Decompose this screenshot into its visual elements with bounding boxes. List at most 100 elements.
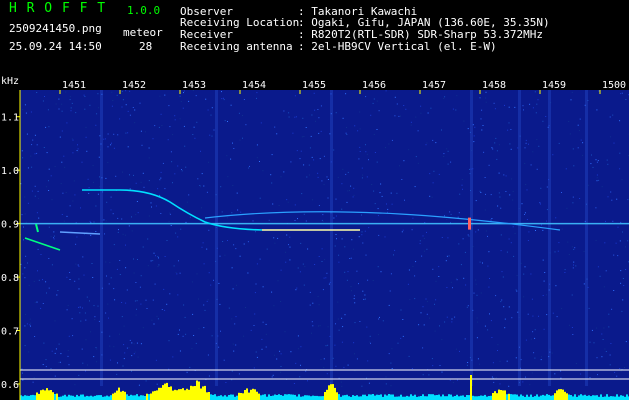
noise-speck <box>345 93 347 95</box>
noise-speck <box>505 191 507 192</box>
noise-speck <box>164 188 166 190</box>
noise-speck <box>463 277 465 279</box>
noise-speck <box>45 359 47 361</box>
x-tick-label: 1500 <box>602 80 626 91</box>
spectrum-bar <box>496 393 498 400</box>
noise-speck <box>51 350 53 352</box>
x-tick-label: 1455 <box>302 80 326 91</box>
noise-speck <box>345 132 347 134</box>
noise-speck <box>45 126 47 128</box>
noise-speck <box>613 254 615 256</box>
spectrum-bar <box>606 394 608 400</box>
noise-speck <box>573 165 575 167</box>
noise-speck <box>185 221 187 223</box>
spectrum-bar <box>352 395 354 400</box>
noise-speck <box>221 98 223 100</box>
noise-speck <box>124 234 126 236</box>
noise-speck <box>394 96 396 98</box>
noise-speck <box>571 294 573 296</box>
noise-speck <box>231 370 233 372</box>
noise-speck <box>359 146 361 148</box>
noise-speck <box>131 370 132 372</box>
noise-speck <box>274 242 276 244</box>
noise-speck <box>61 130 63 132</box>
noise-speck <box>508 306 510 308</box>
noise-speck <box>370 342 371 344</box>
noise-speck <box>485 101 487 103</box>
noise-speck <box>245 307 246 308</box>
noise-speck <box>129 114 131 116</box>
noise-speck <box>524 162 526 164</box>
noise-speck <box>609 136 611 138</box>
noise-speck <box>512 190 514 192</box>
noise-speck <box>228 307 230 309</box>
noise-speck <box>619 120 621 122</box>
noise-speck <box>237 209 239 211</box>
noise-speck <box>515 289 517 291</box>
noise-speck <box>180 228 182 230</box>
noise-speck <box>208 375 210 377</box>
noise-speck <box>147 238 149 240</box>
noise-speck <box>144 131 146 133</box>
noise-speck <box>287 201 289 203</box>
spectrum-bar <box>288 394 290 400</box>
spectrum-bar <box>368 394 370 400</box>
noise-speck <box>25 112 27 114</box>
noise-speck <box>30 322 32 324</box>
spectrum-bar <box>138 396 140 400</box>
spectrum-bar <box>596 395 598 400</box>
noise-speck <box>300 150 302 152</box>
noise-speck <box>273 305 275 307</box>
noise-speck <box>60 353 62 355</box>
noise-speck <box>296 150 298 152</box>
noise-speck <box>410 121 412 123</box>
spectrum-bar <box>208 392 210 400</box>
noise-speck <box>611 199 613 201</box>
noise-speck <box>33 377 35 379</box>
noise-speck <box>30 325 31 327</box>
noise-speck <box>446 287 448 288</box>
noise-speck <box>124 352 126 354</box>
noise-speck <box>117 217 119 219</box>
spectrum-bar <box>490 395 492 400</box>
noise-speck <box>487 235 488 237</box>
spectrum-bar <box>594 395 596 400</box>
noise-speck <box>485 91 487 93</box>
noise-speck <box>534 337 536 339</box>
noise-speck <box>286 199 288 201</box>
noise-speck <box>299 158 301 160</box>
info-value-antenna: : 2el-HB9CV Vertical (el. E-W) <box>298 40 497 53</box>
noise-speck <box>420 105 422 107</box>
spectrum-bar <box>358 396 360 400</box>
spectrum-bar <box>120 391 122 400</box>
noise-speck <box>489 313 490 315</box>
noise-speck <box>168 105 170 107</box>
x-tick-label: 1452 <box>122 80 146 91</box>
spectrum-bar <box>68 394 70 400</box>
noise-speck <box>322 289 324 291</box>
noise-speck <box>510 148 512 150</box>
noise-speck <box>511 178 513 180</box>
noise-speck <box>622 299 624 301</box>
noise-speck <box>21 368 23 370</box>
noise-speck <box>308 174 310 176</box>
noise-speck <box>604 348 606 350</box>
spectrum-bar <box>560 389 562 400</box>
noise-speck <box>172 134 174 136</box>
noise-speck <box>110 144 112 146</box>
noise-speck <box>238 373 240 375</box>
noise-speck <box>211 335 213 337</box>
file-name: 2509241450.png <box>9 22 102 35</box>
spectrum-bar <box>452 396 454 400</box>
noise-speck <box>369 341 371 343</box>
noise-speck <box>75 243 77 245</box>
noise-speck <box>389 290 391 292</box>
x-tick-label: 1451 <box>62 80 86 91</box>
noise-speck <box>154 283 156 285</box>
noise-speck <box>152 299 154 301</box>
noise-speck <box>377 215 379 217</box>
app-title: H R O F F T <box>9 1 107 16</box>
noise-speck <box>374 152 376 153</box>
spectrum-bar <box>94 395 96 400</box>
noise-speck <box>558 142 560 144</box>
